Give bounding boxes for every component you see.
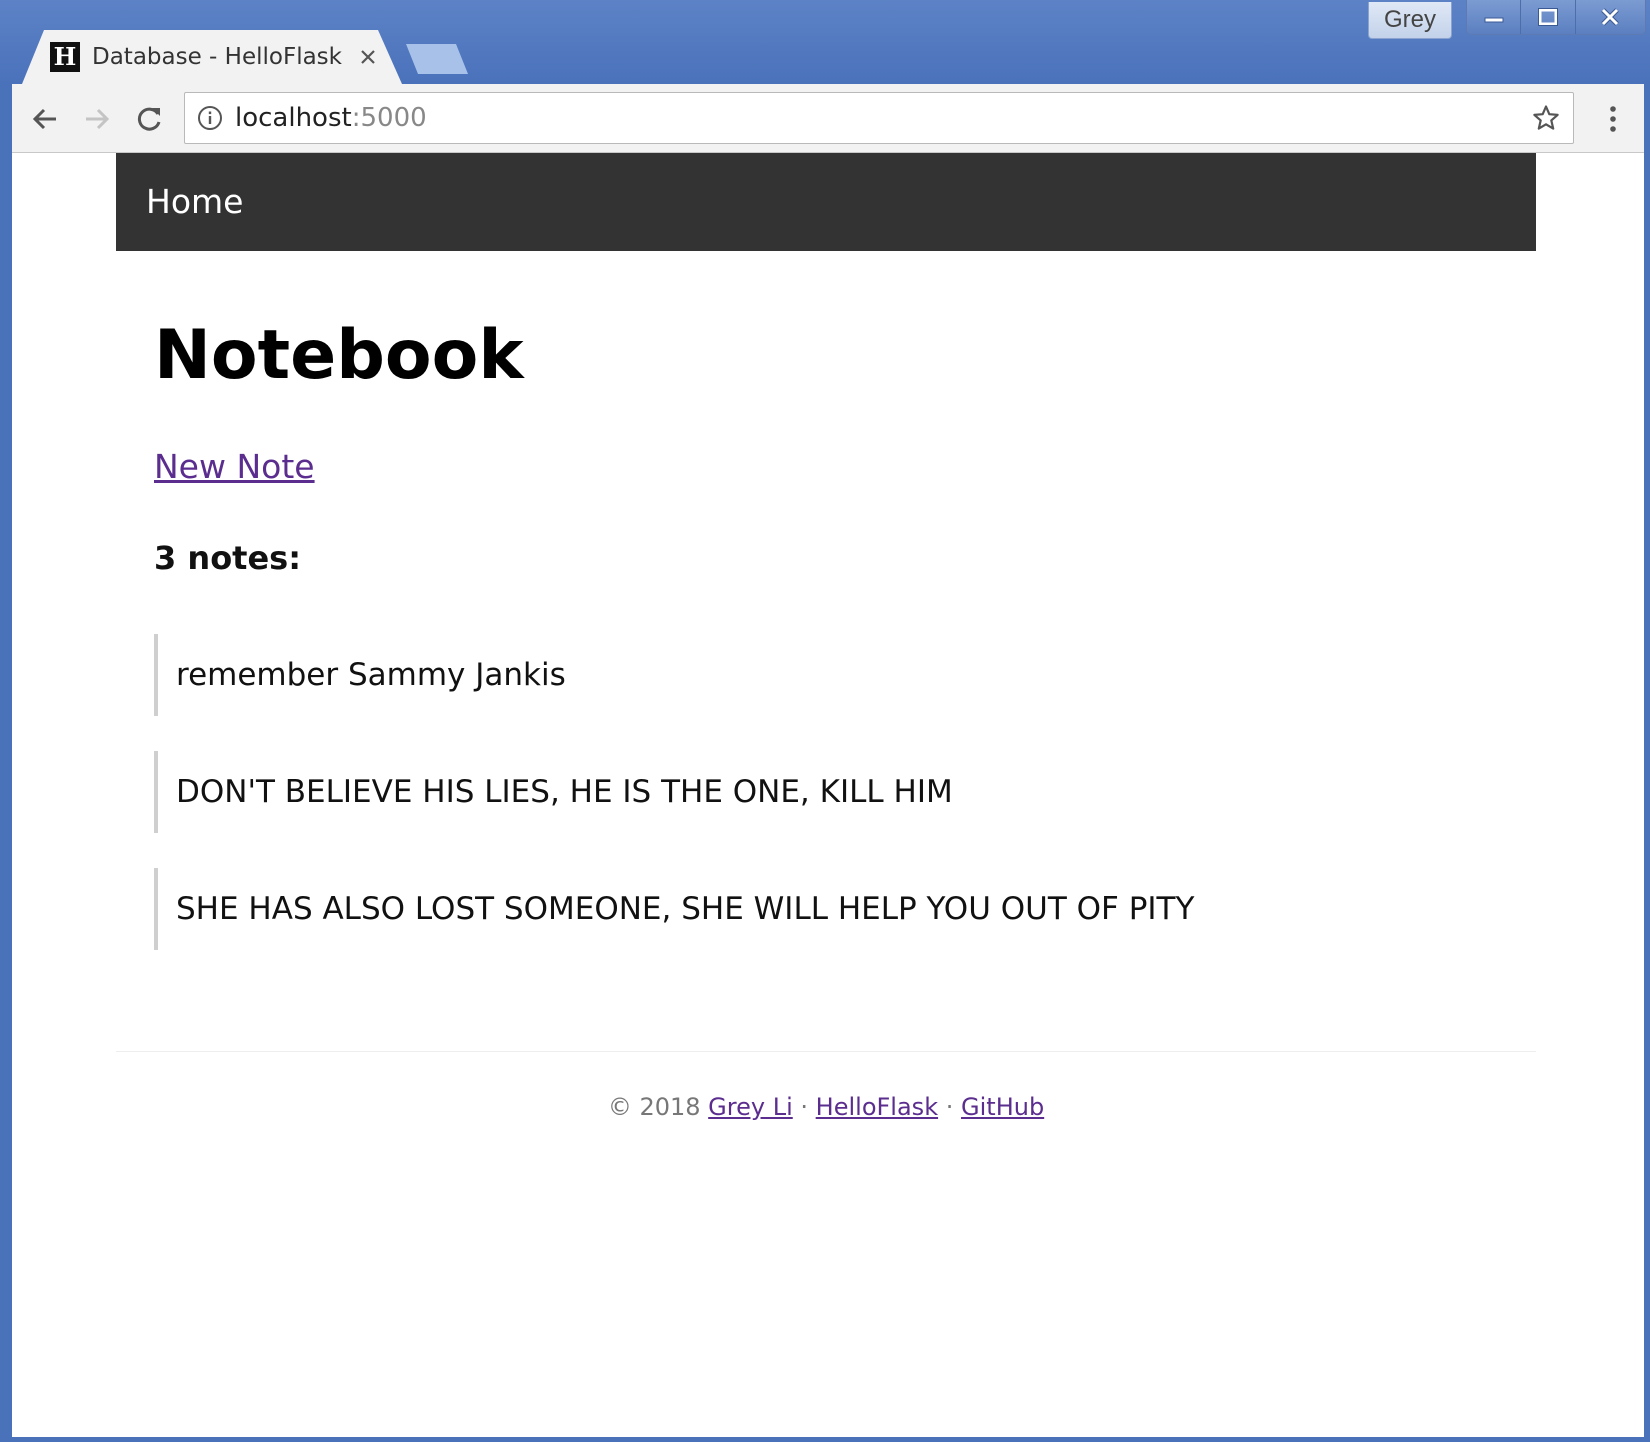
helloflask-link[interactable]: HelloFlask xyxy=(816,1093,938,1121)
maximize-icon xyxy=(1537,8,1558,26)
new-note-link[interactable]: New Note xyxy=(154,447,315,487)
footer-divider xyxy=(116,1051,1536,1052)
arrow-left-icon xyxy=(32,108,56,130)
minimize-button[interactable] xyxy=(1467,0,1522,34)
close-window-button[interactable] xyxy=(1575,0,1645,34)
tab-close-button[interactable] xyxy=(355,44,381,70)
reload-button[interactable] xyxy=(130,100,168,138)
minimize-icon xyxy=(1484,17,1504,23)
site-navbar: Home xyxy=(116,153,1536,251)
address-bar[interactable]: localhost:5000 xyxy=(184,92,1574,144)
footer-separator: · xyxy=(800,1093,809,1121)
star-icon[interactable] xyxy=(1532,104,1560,132)
arrow-right-icon xyxy=(86,108,110,130)
url-text: localhost:5000 xyxy=(235,93,427,143)
note-item: remember Sammy Jankis xyxy=(154,634,1454,716)
info-icon[interactable] xyxy=(197,105,223,131)
close-icon xyxy=(1601,8,1620,26)
window-controls xyxy=(1466,0,1646,35)
new-tab-button[interactable] xyxy=(406,44,468,74)
title-bar: Grey H Database - HelloFlask xyxy=(0,0,1650,84)
kebab-menu-icon[interactable] xyxy=(1603,100,1623,138)
note-item: SHE HAS ALSO LOST SOMEONE, SHE WILL HELP… xyxy=(154,868,1454,950)
browser-toolbar: localhost:5000 xyxy=(12,84,1644,153)
nav-home-link[interactable]: Home xyxy=(146,153,243,251)
footer-separator: · xyxy=(945,1093,954,1121)
author-link[interactable]: Grey Li xyxy=(708,1093,793,1121)
notes-count: 3 notes: xyxy=(154,539,302,577)
page-footer: © 2018 Grey Li · HelloFlask · GitHub xyxy=(116,1087,1536,1127)
copyright-text: © 2018 xyxy=(607,1093,701,1121)
maximize-button[interactable] xyxy=(1521,0,1576,34)
reload-icon xyxy=(137,107,161,131)
url-host: localhost xyxy=(235,103,352,133)
browser-window: Grey H Database - HelloFlask localhost:5… xyxy=(0,0,1650,1442)
tab-title: Database - HelloFlask xyxy=(92,44,342,70)
page-viewport: Home Notebook New Note 3 notes: remember… xyxy=(12,153,1644,1437)
url-port: :5000 xyxy=(351,103,427,133)
forward-button[interactable] xyxy=(78,100,116,138)
close-icon xyxy=(361,50,375,64)
github-link[interactable]: GitHub xyxy=(961,1093,1044,1121)
back-button[interactable] xyxy=(26,100,64,138)
profile-button[interactable]: Grey xyxy=(1368,2,1452,39)
page-title: Notebook xyxy=(154,316,524,395)
favicon-icon: H xyxy=(50,42,80,72)
note-item: DON'T BELIEVE HIS LIES, HE IS THE ONE, K… xyxy=(154,751,1454,833)
